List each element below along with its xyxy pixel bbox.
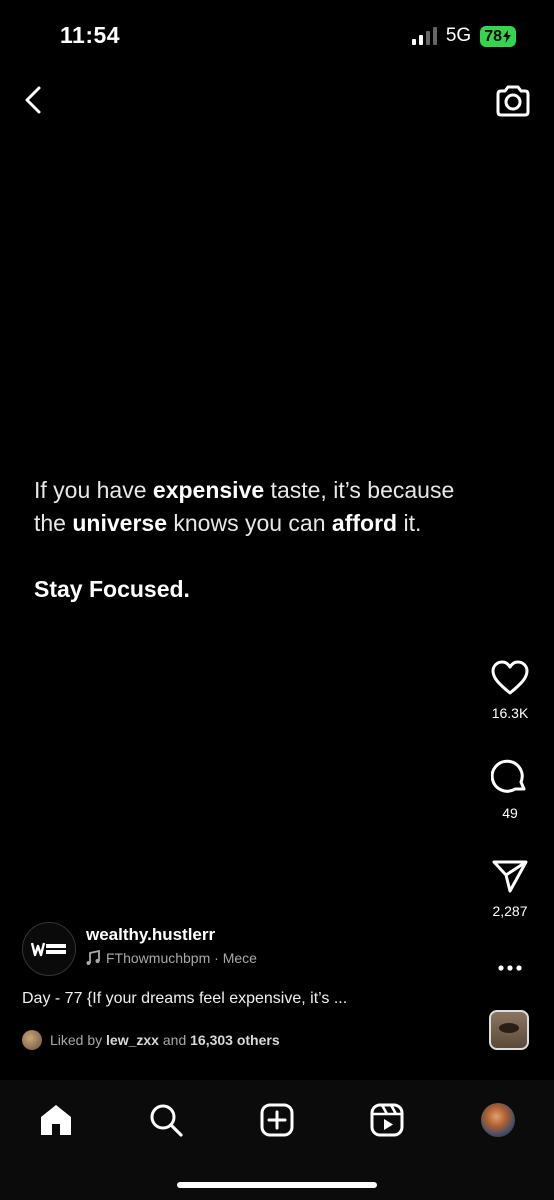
comment-action[interactable]: 49	[480, 758, 540, 821]
quote-tagline: Stay Focused.	[34, 576, 190, 602]
brand-logo	[31, 942, 66, 957]
home-indicator	[177, 1182, 377, 1188]
liked-by-middle: and	[158, 1032, 191, 1048]
search-icon[interactable]	[148, 1102, 184, 1138]
network-type: 5G	[445, 25, 472, 46]
liked-by-count[interactable]: 16,303 others	[190, 1032, 280, 1048]
audio-track[interactable]: FThowmuchbpm · Mece	[86, 950, 257, 966]
battery-level: 78	[484, 27, 502, 45]
share-action[interactable]: 2,287	[480, 858, 540, 919]
chevron-left-icon	[25, 86, 41, 114]
liked-by-avatar	[22, 1030, 42, 1050]
quote-text: it.	[397, 510, 422, 536]
liked-by-row[interactable]: Liked by lew_zxx and 16,303 others	[22, 1030, 280, 1050]
liked-by-user[interactable]: lew_zxx	[106, 1032, 159, 1048]
comment-count: 49	[502, 805, 518, 821]
status-time: 11:54	[60, 22, 121, 48]
comment-icon[interactable]	[491, 758, 529, 796]
quote-text: the	[34, 510, 73, 536]
camera-icon	[496, 85, 530, 117]
camera-button[interactable]	[494, 82, 532, 120]
liked-by-text: Liked by lew_zxx and 16,303 others	[50, 1032, 280, 1048]
nav-profile[interactable]	[478, 1100, 518, 1140]
quote-text: taste, it’s because	[264, 477, 455, 503]
quote-bold-text: afford	[331, 510, 398, 536]
share-count: 2,287	[492, 903, 528, 919]
send-icon[interactable]	[491, 858, 529, 894]
reel-quote-text: If you have expensive taste, it’s becaus…	[34, 474, 534, 540]
status-indicators: 5G 78	[411, 25, 516, 47]
more-options-button[interactable]	[480, 958, 540, 978]
author-username[interactable]: wealthy.hustlerr	[86, 925, 215, 945]
quote-bold-text: universe	[72, 510, 167, 536]
music-note-icon	[86, 950, 100, 965]
audio-track-label: FThowmuchbpm · Mece	[106, 950, 257, 966]
charging-bolt-icon	[503, 29, 511, 43]
quote-text: knows you can	[166, 510, 332, 536]
record-icon	[499, 1023, 519, 1033]
heart-icon[interactable]	[491, 660, 529, 696]
post-caption[interactable]: Day - 77 {If your dreams feel expensive,…	[22, 990, 347, 1008]
quote-bold-text: expensive	[152, 477, 265, 503]
reel-screen: 11:54 5G 78 If you have expensive taste,…	[0, 0, 554, 1200]
quote-text: If you have	[34, 477, 153, 503]
profile-avatar[interactable]	[481, 1103, 515, 1137]
reels-icon[interactable]	[369, 1102, 405, 1138]
nav-reels[interactable]	[367, 1100, 407, 1140]
like-action[interactable]: 16.3K	[480, 660, 540, 721]
quote-line-2: the universe knows you can afford it.	[34, 507, 534, 540]
battery-indicator: 78	[480, 25, 516, 47]
home-icon[interactable]	[38, 1102, 74, 1138]
like-count: 16.3K	[491, 705, 529, 721]
nav-home[interactable]	[36, 1100, 76, 1140]
audio-thumbnail[interactable]	[489, 1010, 529, 1050]
plus-square-icon[interactable]	[259, 1102, 295, 1138]
nav-search[interactable]	[146, 1100, 186, 1140]
quote-line-1: If you have expensive taste, it’s becaus…	[34, 474, 534, 507]
liked-by-prefix: Liked by	[50, 1032, 107, 1048]
author-avatar[interactable]	[22, 922, 76, 976]
more-icon[interactable]	[495, 958, 525, 978]
nav-create[interactable]	[257, 1100, 297, 1140]
back-button[interactable]	[18, 84, 50, 116]
signal-icon	[411, 27, 437, 45]
